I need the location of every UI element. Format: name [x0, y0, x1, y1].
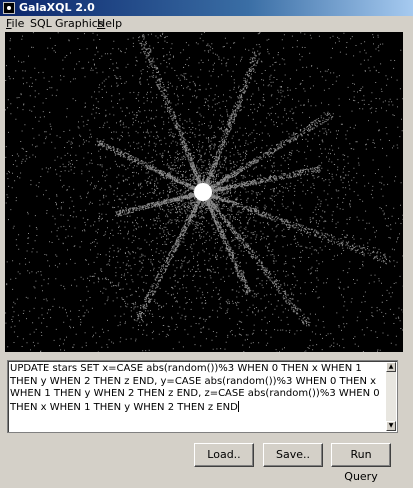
- arrow-up-icon[interactable]: ▲: [386, 362, 396, 372]
- menu-help[interactable]: Help: [97, 16, 122, 31]
- menu-bar: File SQL Graphics Help: [0, 16, 413, 31]
- galaxy-core: [194, 183, 212, 201]
- star-cloud: [5, 32, 403, 352]
- galaxy-render-canvas[interactable]: [5, 32, 403, 352]
- window-title: GalaXQL 2.0: [19, 1, 95, 14]
- save-button[interactable]: Save..: [263, 443, 323, 467]
- arrow-down-icon[interactable]: ▼: [386, 421, 396, 431]
- galaxql-window: GalaXQL 2.0 File SQL Graphics Help UPDAT…: [0, 0, 413, 483]
- title-bar[interactable]: GalaXQL 2.0: [0, 0, 413, 16]
- query-content: UPDATE stars SET x=CASE abs(random())%3 …: [10, 363, 383, 413]
- menu-sql[interactable]: SQL: [30, 16, 52, 31]
- menu-sql-label: SQL: [30, 17, 52, 30]
- run-query-button[interactable]: Run Query: [331, 443, 391, 483]
- load-button[interactable]: Load..: [194, 443, 254, 467]
- query-text[interactable]: UPDATE stars SET x=CASE abs(random())%3 …: [10, 363, 382, 414]
- sql-query-editor[interactable]: UPDATE stars SET x=CASE abs(random())%3 …: [7, 360, 398, 433]
- canvas-side-strip: [403, 32, 411, 352]
- galaxy-visualization: [5, 32, 403, 352]
- editor-scrollbar[interactable]: ▲ ▼: [386, 362, 396, 431]
- galaxy-icon: [3, 2, 15, 14]
- text-caret: [237, 400, 239, 412]
- menu-file-label: ile: [11, 17, 25, 30]
- menu-help-label: elp: [105, 17, 123, 30]
- menu-file[interactable]: File: [6, 16, 24, 31]
